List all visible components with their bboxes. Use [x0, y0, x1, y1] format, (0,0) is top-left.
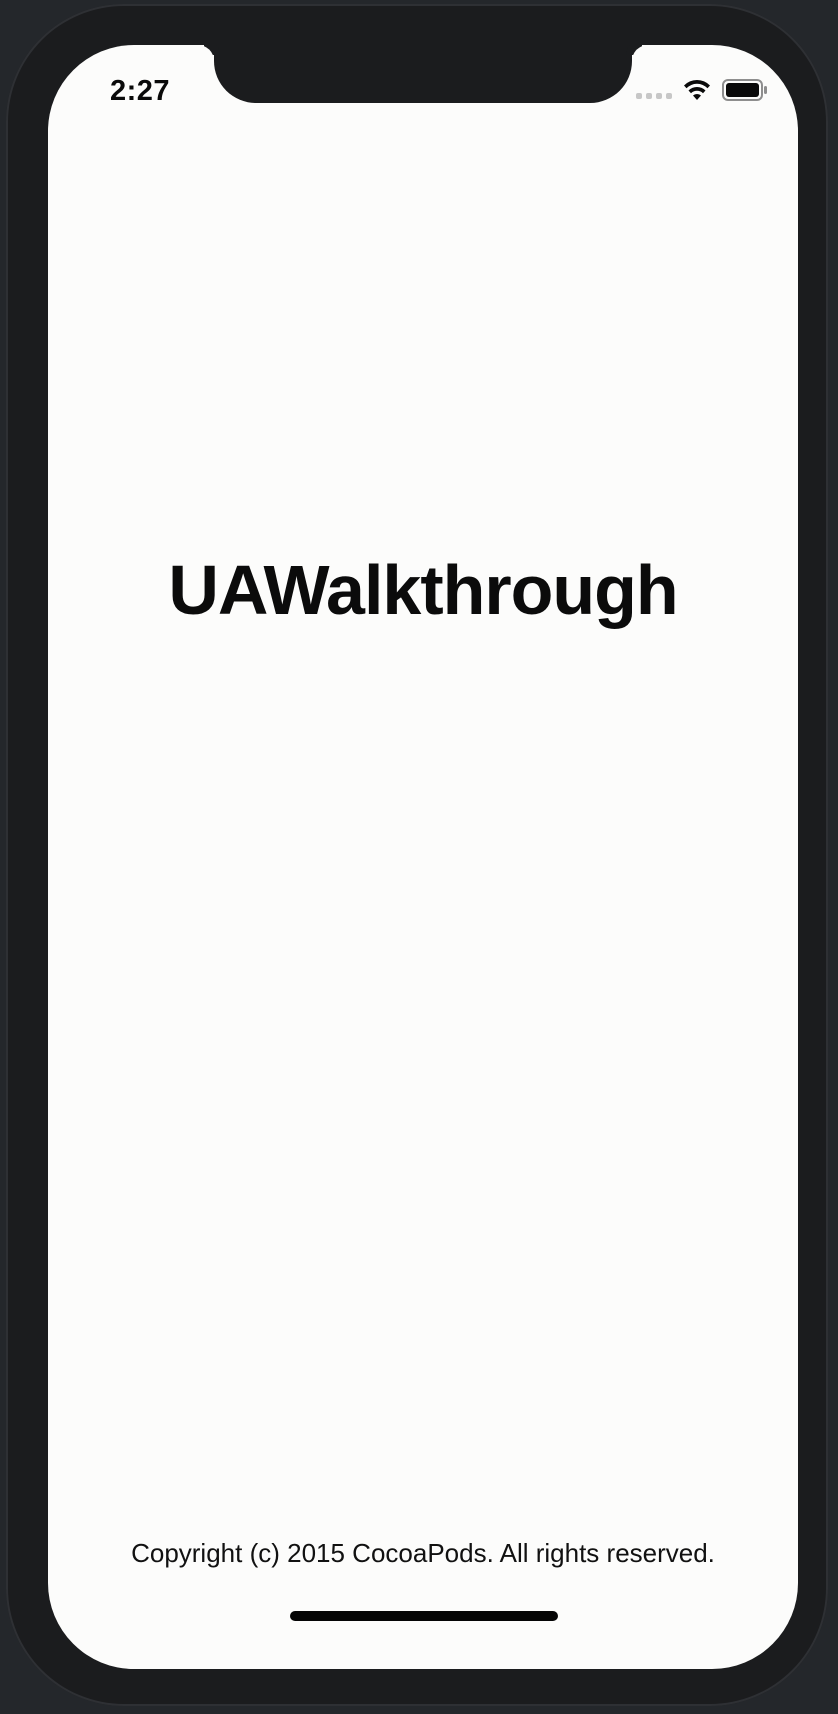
status-indicators [636, 77, 768, 103]
app-title: UAWalkthrough [168, 551, 678, 629]
cellular-signal-icon [636, 93, 672, 99]
device-frame: 2:27 UAWalkthrough Copyright (c) 2015 Co [0, 0, 838, 1714]
copyright-text: Copyright (c) 2015 CocoaPods. All rights… [131, 1538, 715, 1568]
battery-icon [722, 79, 767, 101]
phone-bezel: 2:27 UAWalkthrough Copyright (c) 2015 Co [6, 4, 828, 1706]
app-screen: 2:27 UAWalkthrough Copyright (c) 2015 Co [48, 45, 798, 1669]
home-indicator[interactable] [290, 1611, 558, 1621]
wifi-icon [684, 79, 710, 100]
notch [214, 45, 632, 103]
status-time: 2:27 [110, 75, 171, 107]
